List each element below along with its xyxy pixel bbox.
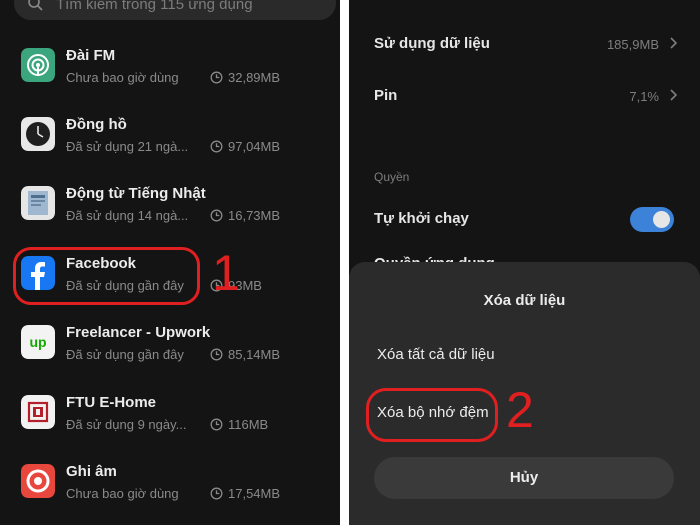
app-name: Đài FM — [66, 47, 116, 64]
app-name: Freelancer - Upwork — [66, 324, 211, 341]
sheet-title: Xóa dữ liệu — [483, 292, 566, 309]
search-icon — [28, 0, 43, 11]
app-size: 17,54MB — [210, 486, 280, 501]
list-item-ftu-e-home[interactable]: FTU E-Home Đã sử dụng 9 ngày... 116MB — [0, 394, 340, 459]
app-last-used: Chưa bao giờ dùng — [66, 486, 179, 501]
app-last-used: Đã sử dụng 9 ngày... — [66, 417, 187, 432]
clock-icon — [210, 209, 223, 222]
upwork-icon: up — [21, 325, 55, 359]
search-input[interactable] — [54, 0, 328, 16]
app-name: Đồng hồ — [66, 116, 127, 133]
list-item-freelancer-upwork[interactable]: up Freelancer - Upwork Đã sử dụng gần đâ… — [0, 324, 340, 389]
clock-icon — [210, 140, 223, 153]
battery-value: 7,1% — [629, 89, 659, 104]
annotation-number-1: 1 — [212, 245, 240, 301]
chevron-right-icon — [670, 37, 678, 49]
book-icon — [21, 186, 55, 220]
app-last-used: Chưa bao giờ dùng — [66, 70, 179, 85]
cancel-button[interactable]: Hủy — [374, 457, 674, 499]
clock-app-icon — [21, 117, 55, 151]
list-item-dai-fm[interactable]: Đài FM Chưa bao giờ dùng 32,89MB — [0, 47, 340, 112]
app-size-value: 16,73MB — [228, 208, 281, 223]
radio-icon — [21, 48, 55, 82]
clock-icon — [210, 348, 223, 361]
recorder-icon — [21, 464, 55, 498]
annotation-number-2: 2 — [506, 382, 534, 438]
app-last-used: Đã sử dụng gần đây — [66, 347, 184, 362]
app-size: 32,89MB — [210, 70, 280, 85]
clock-icon — [210, 71, 223, 84]
chevron-right-icon — [670, 89, 678, 101]
autostart-label: Tự khởi chạy — [374, 210, 469, 227]
app-name: FTU E-Home — [66, 394, 156, 411]
app-last-used: Đã sử dụng 14 ngà... — [66, 208, 189, 223]
ftu-icon — [21, 395, 55, 429]
data-usage-value: 185,9MB — [606, 37, 659, 52]
toggle-knob — [653, 211, 670, 228]
app-size: 85,14MB — [210, 347, 280, 362]
app-size-value: 17,54MB — [228, 486, 281, 501]
list-item-dong-ho[interactable]: Đồng hồ Đã sử dụng 21 ngà... 97,04MB — [0, 116, 340, 181]
list-item-ghi-am[interactable]: Ghi âm Chưa bao giờ dùng 17,54MB — [0, 463, 340, 525]
app-size: 16,73MB — [210, 208, 280, 223]
app-size: 97,04MB — [210, 139, 280, 154]
data-usage-label: Sử dụng dữ liệu — [374, 35, 490, 52]
app-size-value: 32,89MB — [228, 70, 281, 85]
app-name: Động từ Tiếng Nhật — [66, 185, 206, 202]
app-last-used: Đã sử dụng 21 ngà... — [66, 139, 189, 154]
search-bar[interactable] — [14, 0, 336, 20]
permissions-section-label: Quyền — [374, 170, 410, 184]
battery-label: Pin — [374, 87, 398, 104]
list-item-dong-tu-tieng-nhat[interactable]: Động từ Tiếng Nhật Đã sử dụng 14 ngà... … — [0, 185, 340, 250]
annotation-highlight-facebook — [13, 247, 200, 305]
app-size-value: 97,04MB — [228, 139, 281, 154]
app-size-value: 116MB — [228, 417, 269, 432]
clock-icon — [210, 487, 223, 500]
data-usage-row[interactable]: Sử dụng dữ liệu 185,9MB — [374, 35, 679, 65]
app-info-panel: Sử dụng dữ liệu 185,9MB Pin 7,1% Quyền T… — [349, 0, 700, 525]
clear-all-data-option[interactable]: Xóa tất cả dữ liệu — [377, 346, 495, 363]
app-name: Ghi âm — [66, 463, 117, 480]
clock-icon — [210, 418, 223, 431]
battery-row[interactable]: Pin 7,1% — [374, 87, 679, 117]
annotation-highlight-clear-cache — [366, 388, 498, 442]
app-size-value: 85,14MB — [228, 347, 281, 362]
svg-text:up: up — [29, 334, 46, 350]
autostart-toggle[interactable] — [630, 207, 674, 232]
app-size: 116MB — [210, 417, 268, 432]
